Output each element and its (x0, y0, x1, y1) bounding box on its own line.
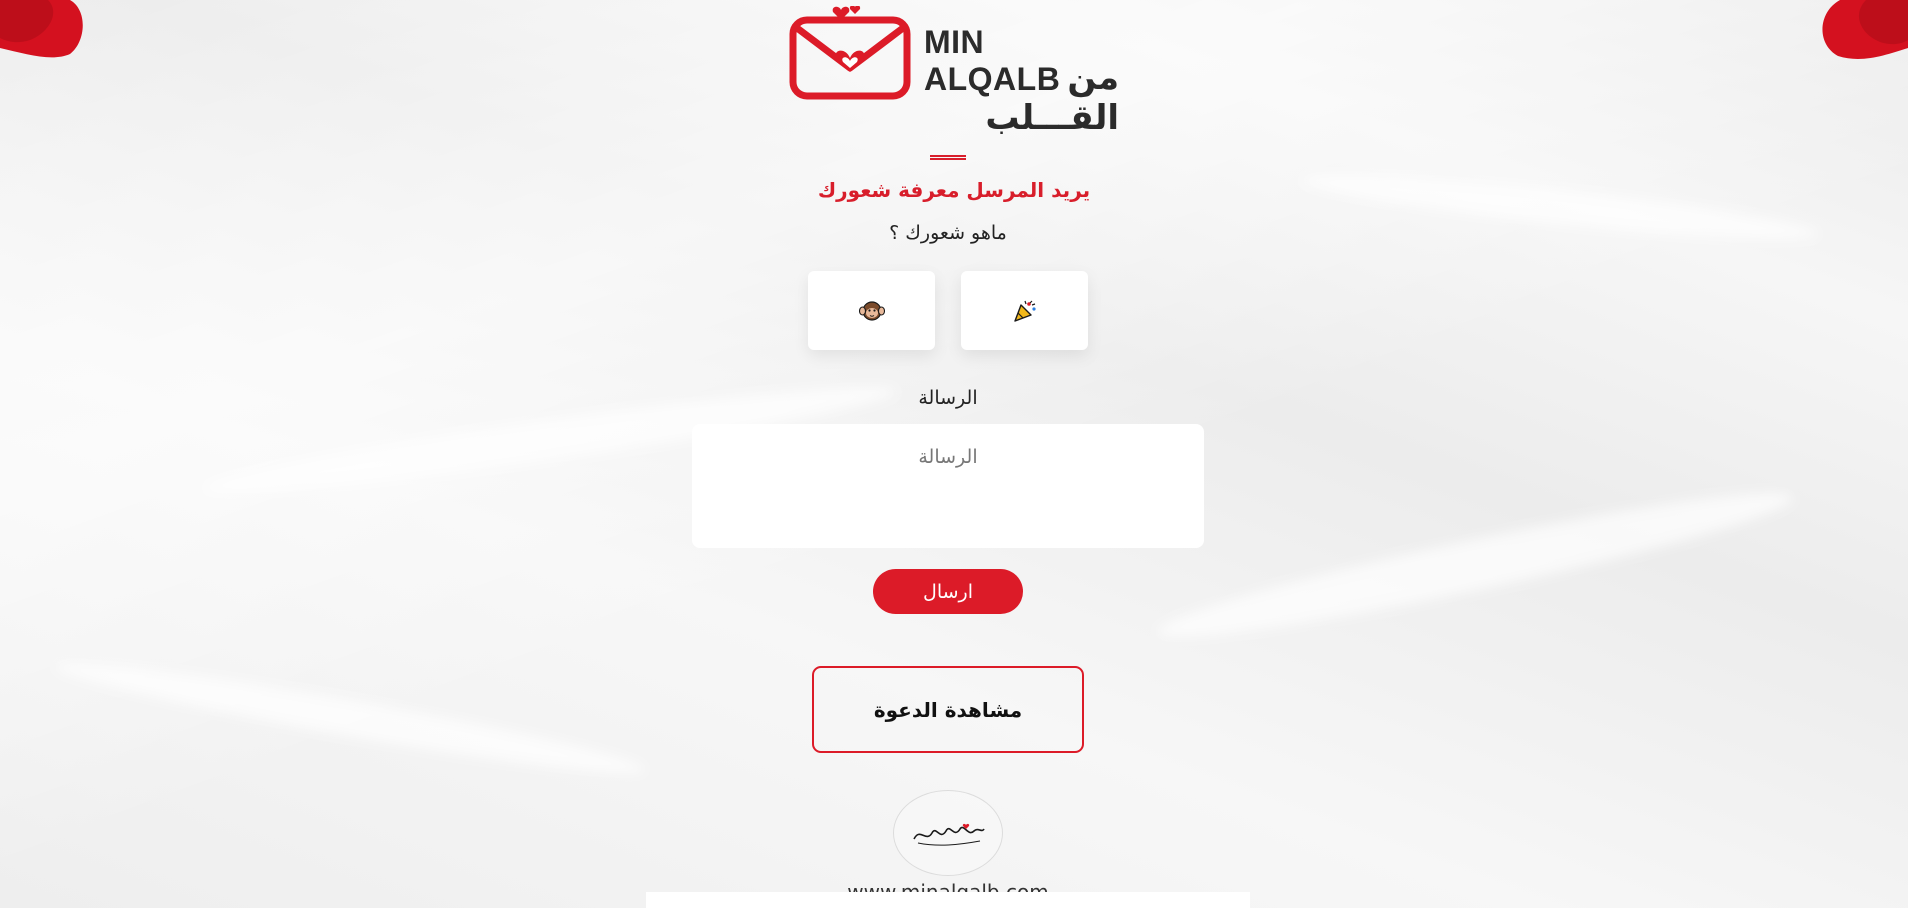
calligraphy-signature-icon (913, 823, 985, 846)
feedback-heading: يريد المرسل معرفة شعورك (817, 178, 1091, 202)
view-invitation-button[interactable]: مشاهدة الدعوة (812, 666, 1084, 753)
rose-petal-decoration-right (1822, 0, 1908, 59)
background-texture (1151, 472, 1799, 658)
envelope-heart-icon (789, 6, 911, 100)
signature-badge (893, 790, 1003, 876)
reaction-option-monkey[interactable] (808, 271, 935, 350)
send-button[interactable]: ارسال (873, 569, 1023, 614)
party-popper-icon (1013, 300, 1036, 322)
brand-name-ar: من القـــلب (985, 58, 1119, 138)
hear-no-evil-monkey-icon (858, 300, 885, 321)
footer-bar (646, 892, 1250, 908)
reaction-option-party[interactable] (961, 271, 1088, 350)
rose-petal-decoration-left (0, 0, 83, 58)
title-divider (930, 155, 966, 160)
brand-logo[interactable]: MIN ALQALB من القـــلب (789, 6, 1119, 138)
message-label: الرسالة (918, 387, 978, 409)
feeling-question: ماهو شعورك ؟ (889, 222, 1007, 244)
background-texture (51, 648, 649, 788)
message-textarea[interactable] (692, 424, 1204, 548)
